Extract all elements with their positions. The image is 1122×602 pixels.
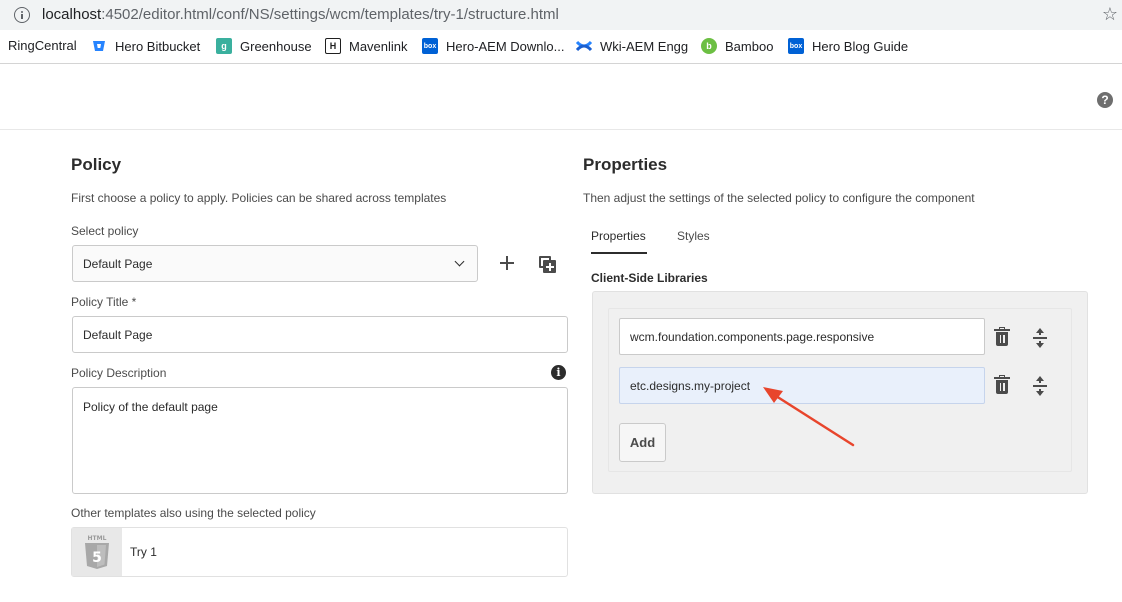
bookmark-label: Hero Blog Guide [812, 38, 909, 54]
bookmark-label: Greenhouse [240, 38, 312, 54]
mavenlink-icon: H [325, 38, 341, 54]
browser-address-bar[interactable]: localhost:4502/editor.html/conf/NS/setti… [0, 0, 1122, 30]
bookmark-bamboo[interactable]: b Bamboo [701, 38, 773, 54]
box-icon: box [422, 38, 438, 54]
url-text[interactable]: localhost:4502/editor.html/conf/NS/setti… [42, 6, 559, 23]
bookmark-mavenlink[interactable]: H Mavenlink [325, 38, 408, 54]
client-side-libraries-label: Client-Side Libraries [591, 271, 708, 285]
properties-description-text: Then adjust the settings of the selected… [583, 191, 975, 205]
site-info-icon[interactable] [14, 7, 30, 23]
bookmark-label: Hero Bitbucket [115, 38, 201, 54]
bookmark-wki-aem-engg[interactable]: Wki-AEM Engg [576, 38, 688, 54]
bookmark-star-icon[interactable]: ☆ [1102, 3, 1118, 25]
properties-heading: Properties [583, 155, 668, 174]
duplicate-policy-icon[interactable] [539, 256, 556, 273]
greenhouse-icon: g [216, 38, 232, 54]
select-policy-value: Default Page [83, 256, 153, 271]
delete-icon[interactable] [994, 375, 1010, 394]
bookmark-label: RingCentral [8, 38, 77, 53]
policy-title-value: Default Page [83, 327, 153, 342]
policy-description-label: Policy Description [71, 366, 167, 380]
bamboo-icon: b [701, 38, 717, 54]
active-tab-indicator [591, 252, 647, 254]
template-list-item[interactable]: HTML 5 Try 1 [71, 527, 568, 577]
bookmark-greenhouse[interactable]: g Greenhouse [216, 38, 312, 54]
other-templates-label: Other templates also using the selected … [71, 506, 316, 520]
bookmark-label: Wki-AEM Engg [600, 38, 689, 54]
client-library-value: wcm.foundation.components.page.responsiv… [630, 329, 875, 344]
bookmark-label: Hero-AEM Downlo... [446, 38, 565, 54]
bookmark-label: Mavenlink [349, 38, 408, 54]
help-icon[interactable]: ? [1097, 92, 1113, 108]
policy-title-label: Policy Title * [71, 295, 137, 309]
select-policy-label: Select policy [71, 224, 139, 238]
policy-title-input[interactable]: Default Page [72, 316, 568, 353]
bookmark-hero-bitbucket[interactable]: Hero Bitbucket [91, 38, 200, 54]
policy-heading: Policy [71, 155, 122, 174]
template-thumbnail: HTML 5 [72, 528, 122, 576]
policy-description-textarea[interactable]: Policy of the default page [72, 387, 568, 494]
client-library-input[interactable]: etc.designs.my-project [619, 367, 985, 404]
bitbucket-icon [91, 38, 107, 54]
tab-properties[interactable]: Properties [591, 229, 646, 243]
add-policy-icon[interactable] [499, 255, 515, 271]
tab-styles[interactable]: Styles [677, 229, 710, 243]
confluence-icon [576, 38, 592, 54]
bookmark-ringcentral[interactable]: RingCentral [8, 38, 77, 53]
client-library-value: etc.designs.my-project [630, 378, 751, 393]
bookmark-hero-blog-guide[interactable]: box Hero Blog Guide [788, 38, 908, 54]
add-library-button[interactable]: Add [619, 423, 666, 462]
chevron-down-icon [454, 256, 465, 267]
bookmark-label: Bamboo [725, 38, 774, 54]
html5-icon: HTML 5 [85, 535, 109, 569]
dialog-header: ? [0, 65, 1122, 130]
bookmark-hero-aem-download[interactable]: box Hero-AEM Downlo... [422, 38, 564, 54]
bookmarks-bar: RingCentral Hero Bitbucket g Greenhouse … [0, 30, 1122, 64]
client-library-input[interactable]: wcm.foundation.components.page.responsiv… [619, 318, 985, 355]
template-name: Try 1 [130, 545, 157, 559]
svg-text:5: 5 [92, 550, 102, 566]
info-icon[interactable]: i [551, 365, 566, 380]
svg-text:HTML: HTML [88, 535, 107, 542]
reorder-icon[interactable] [1032, 328, 1048, 348]
reorder-icon[interactable] [1032, 376, 1048, 396]
policy-description-text: First choose a policy to apply. Policies… [71, 191, 447, 205]
delete-icon[interactable] [994, 327, 1010, 346]
select-policy-dropdown[interactable]: Default Page [72, 245, 478, 282]
box-icon: box [788, 38, 804, 54]
policy-description-value: Policy of the default page [83, 400, 218, 414]
